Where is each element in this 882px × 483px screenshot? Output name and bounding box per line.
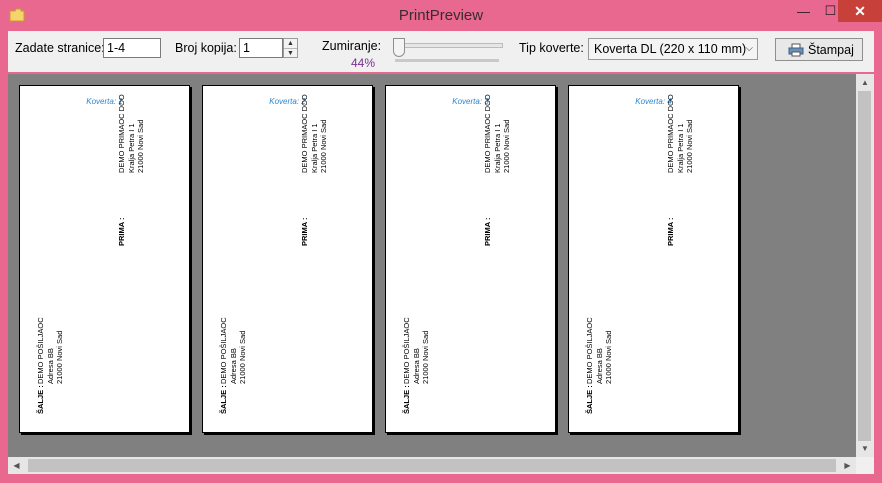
envelope-page-1: Koverta: 1 PRIMA : DEMO PRIMAOC DOO Kral… bbox=[19, 85, 190, 433]
recipient-line: Kralja Petra I 1 bbox=[309, 123, 319, 173]
close-button[interactable]: ✕ bbox=[838, 0, 882, 22]
page-title: Koverta: 1 bbox=[86, 97, 123, 106]
recipient-block: PRIMA : DEMO PRIMAOC DOO Kralja Petra I … bbox=[666, 94, 695, 246]
zoom-slider-track[interactable] bbox=[395, 43, 503, 48]
copies-label: Broj kopija: bbox=[175, 41, 237, 55]
sender-line: DEMO POŠILJAOC bbox=[219, 317, 228, 384]
pages-label: Zadate stranice: bbox=[15, 41, 105, 55]
chevron-down-icon: ⌵ bbox=[745, 43, 753, 54]
sender-block: ŠALJE : DEMO POŠILJAOC Adresa BB 21000 N… bbox=[219, 317, 248, 414]
zoom-slider-ticks bbox=[395, 59, 499, 62]
sender-block: ŠALJE : DEMO POŠILJAOC Adresa BB 21000 N… bbox=[585, 317, 614, 414]
vertical-scrollbar[interactable]: ▲ ▼ bbox=[856, 74, 874, 457]
sender-line: Adresa BB bbox=[594, 348, 604, 384]
sender-line: Adresa BB bbox=[45, 348, 55, 384]
scroll-up-icon[interactable]: ▲ bbox=[856, 74, 874, 91]
page-title: Koverta: 4 bbox=[635, 97, 672, 106]
scroll-corner bbox=[856, 457, 874, 474]
recipient-line: Kralja Petra I 1 bbox=[492, 123, 502, 173]
window-title: PrintPreview bbox=[398, 7, 484, 24]
sender-line: Adresa BB bbox=[411, 348, 421, 384]
copies-stepper[interactable]: ▲ ▼ bbox=[283, 38, 298, 58]
recipient-block: PRIMA : DEMO PRIMAOC DOO Kralja Petra I … bbox=[483, 94, 512, 246]
recipient-line: DEMO PRIMAOC DOO bbox=[666, 94, 675, 173]
recipient-line: DEMO PRIMAOC DOO bbox=[117, 94, 126, 173]
printer-icon bbox=[788, 43, 804, 56]
sender-line: DEMO POŠILJAOC bbox=[402, 317, 411, 384]
envelope-type-select[interactable]: Koverta DL (220 x 110 mm) ⌵ bbox=[588, 38, 758, 60]
recipient-line: 21000 Novi Sad bbox=[685, 119, 694, 173]
scroll-down-icon[interactable]: ▼ bbox=[856, 440, 874, 457]
recipient-line: DEMO PRIMAOC DOO bbox=[483, 94, 492, 173]
minimize-button[interactable]: — bbox=[790, 0, 817, 22]
recipient-line: DEMO PRIMAOC DOO bbox=[300, 94, 309, 173]
zoom-value: 44% bbox=[351, 56, 376, 70]
scroll-left-icon[interactable]: ◀ bbox=[8, 457, 25, 474]
sender-block: ŠALJE : DEMO POŠILJAOC Adresa BB 21000 N… bbox=[402, 317, 431, 414]
sender-line: DEMO POŠILJAOC bbox=[585, 317, 594, 384]
sender-line: Adresa BB bbox=[228, 348, 238, 384]
sender-line: 21000 Novi Sad bbox=[55, 330, 64, 384]
copies-input[interactable]: 1 bbox=[239, 38, 283, 58]
scroll-right-icon[interactable]: ▶ bbox=[839, 457, 856, 474]
sender-line: DEMO POŠILJAOC bbox=[36, 317, 45, 384]
page-title: Koverta: 2 bbox=[269, 97, 306, 106]
zoom-slider-thumb[interactable] bbox=[393, 38, 405, 57]
page-title: Koverta: 3 bbox=[452, 97, 489, 106]
envelope-type-value: Koverta DL (220 x 110 mm) bbox=[594, 42, 747, 56]
recipient-block: PRIMA : DEMO PRIMAOC DOO Kralja Petra I … bbox=[117, 94, 146, 246]
recipient-block: PRIMA : DEMO PRIMAOC DOO Kralja Petra I … bbox=[300, 94, 329, 246]
title-bar[interactable]: PrintPreview — ☐ ✕ bbox=[0, 0, 882, 31]
sender-line: 21000 Novi Sad bbox=[421, 330, 430, 384]
envelope-page-4: Koverta: 4 PRIMA : DEMO PRIMAOC DOO Kral… bbox=[568, 85, 739, 433]
pages-input[interactable]: 1-4 bbox=[103, 38, 161, 58]
sender-line: 21000 Novi Sad bbox=[238, 330, 247, 384]
stepper-up-icon[interactable]: ▲ bbox=[284, 39, 297, 49]
recipient-line: Kralja Petra I 1 bbox=[126, 123, 136, 173]
zoom-label: Zumiranje: bbox=[322, 39, 382, 53]
horizontal-scroll-thumb[interactable] bbox=[28, 459, 836, 472]
stepper-down-icon[interactable]: ▼ bbox=[284, 49, 297, 58]
envelope-type-label: Tip koverte: bbox=[519, 41, 584, 55]
sender-block: ŠALJE : DEMO POŠILJAOC Adresa BB 21000 N… bbox=[36, 317, 65, 414]
recipient-line: 21000 Novi Sad bbox=[502, 119, 511, 173]
envelope-page-2: Koverta: 2 PRIMA : DEMO PRIMAOC DOO Kral… bbox=[202, 85, 373, 433]
envelope-page-3: Koverta: 3 PRIMA : DEMO PRIMAOC DOO Kral… bbox=[385, 85, 556, 433]
sender-line: 21000 Novi Sad bbox=[604, 330, 613, 384]
recipient-line: 21000 Novi Sad bbox=[136, 119, 145, 173]
horizontal-scrollbar[interactable]: ◀ ▶ bbox=[8, 457, 856, 474]
recipient-line: 21000 Novi Sad bbox=[319, 119, 328, 173]
vertical-scroll-thumb[interactable] bbox=[858, 91, 871, 441]
print-preview-window: PrintPreview — ☐ ✕ Zadate stranice: 1-4 … bbox=[0, 0, 882, 483]
print-button[interactable]: Štampaj bbox=[775, 38, 863, 61]
print-button-label: Štampaj bbox=[808, 42, 854, 57]
recipient-line: Kralja Petra I 1 bbox=[675, 123, 685, 173]
